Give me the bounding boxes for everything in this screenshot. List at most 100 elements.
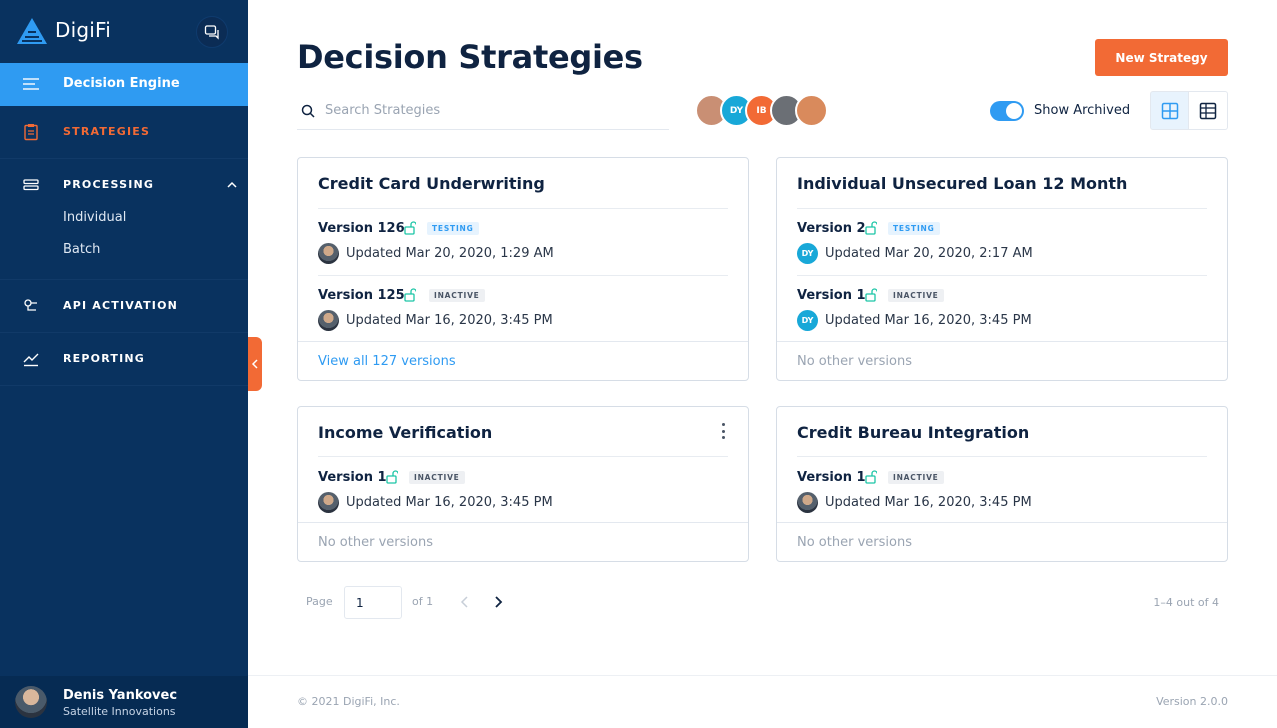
chevron-right-icon[interactable] <box>491 595 505 609</box>
page-number-input[interactable] <box>344 586 402 619</box>
nav-reporting[interactable]: REPORTING <box>0 333 248 386</box>
avatar <box>797 492 818 513</box>
digifi-logo-icon <box>17 18 47 44</box>
grid-view-button[interactable] <box>1150 91 1189 130</box>
version-row[interactable]: Version 126 TESTING Updated Mar 20, 2020… <box>318 221 728 281</box>
unlock-icon <box>865 221 877 235</box>
chevron-up-icon[interactable] <box>226 179 238 191</box>
table-view-button[interactable] <box>1189 91 1228 130</box>
nav-strategies-label: STRATEGIES <box>63 125 151 138</box>
version-name: Version 2 <box>797 221 866 236</box>
processing-icon <box>23 179 39 191</box>
version-name: Version 1 <box>797 288 866 303</box>
show-archived-toggle[interactable] <box>990 101 1024 121</box>
page-title: Decision Strategies <box>297 38 643 76</box>
status-badge: TESTING <box>427 222 479 235</box>
version-row[interactable]: Version 2 TESTING DY Updated Mar 20, 202… <box>797 221 1207 281</box>
updated-text: Updated Mar 20, 2020, 1:29 AM <box>346 246 554 261</box>
nav-reporting-label: REPORTING <box>63 352 146 365</box>
table-icon <box>1199 102 1217 119</box>
divider <box>797 208 1207 209</box>
chat-icon <box>204 25 219 40</box>
user-org: Satellite Innovations <box>63 705 176 718</box>
version-name: Version 1 <box>797 470 866 485</box>
nav-processing-label: PROCESSING <box>63 178 155 191</box>
status-badge: INACTIVE <box>888 289 944 302</box>
version-row[interactable]: Version 1 INACTIVE Updated Mar 16, 2020,… <box>797 470 1207 530</box>
logo-row: DigiFi <box>0 0 248 63</box>
no-other-versions: No other versions <box>797 535 912 550</box>
nav-decision-engine[interactable]: Decision Engine <box>0 63 248 106</box>
nav-strategies[interactable]: STRATEGIES <box>0 106 248 159</box>
no-other-versions: No other versions <box>797 354 912 369</box>
updated-text: Updated Mar 16, 2020, 3:45 PM <box>346 495 553 510</box>
strategy-card[interactable]: Credit Bureau Integration Version 1 INAC… <box>776 406 1228 562</box>
version-name: Version 125 <box>318 288 405 303</box>
avatar[interactable] <box>795 94 828 127</box>
user-name: Denis Yankovec <box>63 688 178 703</box>
search-input[interactable] <box>325 100 655 120</box>
version-row[interactable]: Version 1 INACTIVE DY Updated Mar 16, 20… <box>797 288 1207 348</box>
strategy-card[interactable]: Individual Unsecured Loan 12 Month Versi… <box>776 157 1228 381</box>
avatar <box>318 310 339 331</box>
nav-api-activation[interactable]: API ACTIVATION <box>0 280 248 333</box>
footer-divider <box>248 675 1277 676</box>
user-profile[interactable]: Denis Yankovec Satellite Innovations <box>0 676 248 728</box>
copyright: © 2021 DigiFi, Inc. <box>297 695 400 708</box>
card-title: Individual Unsecured Loan 12 Month <box>797 174 1128 193</box>
avatar <box>318 243 339 264</box>
updated-text: Updated Mar 16, 2020, 3:45 PM <box>825 313 1032 328</box>
updated-text: Updated Mar 16, 2020, 3:45 PM <box>825 495 1032 510</box>
nav-batch[interactable]: Batch <box>63 242 100 257</box>
avatar: DY <box>797 243 818 264</box>
show-archived-label: Show Archived <box>1034 103 1131 118</box>
grid-icon <box>1161 102 1178 119</box>
nav-individual[interactable]: Individual <box>63 210 126 225</box>
unlock-icon <box>865 470 877 484</box>
version-row[interactable]: Version 1 INACTIVE Updated Mar 16, 2020,… <box>318 470 728 530</box>
updated-text: Updated Mar 20, 2020, 2:17 AM <box>825 246 1033 261</box>
status-badge: INACTIVE <box>429 289 485 302</box>
nav-api-activation-label: API ACTIVATION <box>63 299 179 312</box>
updated-text: Updated Mar 16, 2020, 3:45 PM <box>346 313 553 328</box>
collapse-sidebar-button[interactable] <box>248 337 262 391</box>
app-name: DigiFi <box>55 18 112 42</box>
menu-lines-icon <box>23 78 39 90</box>
unlock-icon <box>865 288 877 302</box>
no-other-versions: No other versions <box>318 535 433 550</box>
card-title: Credit Card Underwriting <box>318 174 545 193</box>
page-of-label: of 1 <box>412 595 434 608</box>
avatar: DY <box>797 310 818 331</box>
divider <box>318 456 728 457</box>
chat-button[interactable] <box>196 16 228 48</box>
unlock-icon <box>404 288 416 302</box>
card-footer: No other versions <box>777 522 1227 561</box>
more-options-icon[interactable] <box>718 423 728 439</box>
results-count: 1–4 out of 4 <box>1153 596 1219 609</box>
sidebar: DigiFi Decision Engine STRATEGIES PROCES… <box>0 0 248 728</box>
api-icon <box>24 299 37 311</box>
card-footer: View all 127 versions <box>298 341 748 380</box>
app-version: Version 2.0.0 <box>1156 695 1228 708</box>
view-all-versions-link[interactable]: View all 127 versions <box>318 354 456 369</box>
strategy-card[interactable]: Income Verification Version 1 INACTIVE U… <box>297 406 749 562</box>
avatar <box>15 686 47 718</box>
divider <box>318 208 728 209</box>
strategy-card[interactable]: Credit Card Underwriting Version 126 TES… <box>297 157 749 381</box>
clipboard-icon <box>24 124 38 141</box>
status-badge: INACTIVE <box>888 471 944 484</box>
new-strategy-button[interactable]: New Strategy <box>1095 39 1228 76</box>
divider <box>318 275 728 276</box>
chevron-left-icon[interactable] <box>458 595 472 609</box>
chevron-left-icon <box>251 359 258 369</box>
divider <box>797 456 1207 457</box>
version-name: Version 126 <box>318 221 405 236</box>
status-badge: TESTING <box>888 222 940 235</box>
card-title: Credit Bureau Integration <box>797 423 1030 442</box>
nav-decision-engine-label: Decision Engine <box>63 76 180 91</box>
unlock-icon <box>404 221 416 235</box>
card-title: Income Verification <box>318 423 493 442</box>
version-row[interactable]: Version 125 INACTIVE Updated Mar 16, 202… <box>318 288 728 348</box>
search-bar <box>297 92 669 130</box>
avatar <box>318 492 339 513</box>
